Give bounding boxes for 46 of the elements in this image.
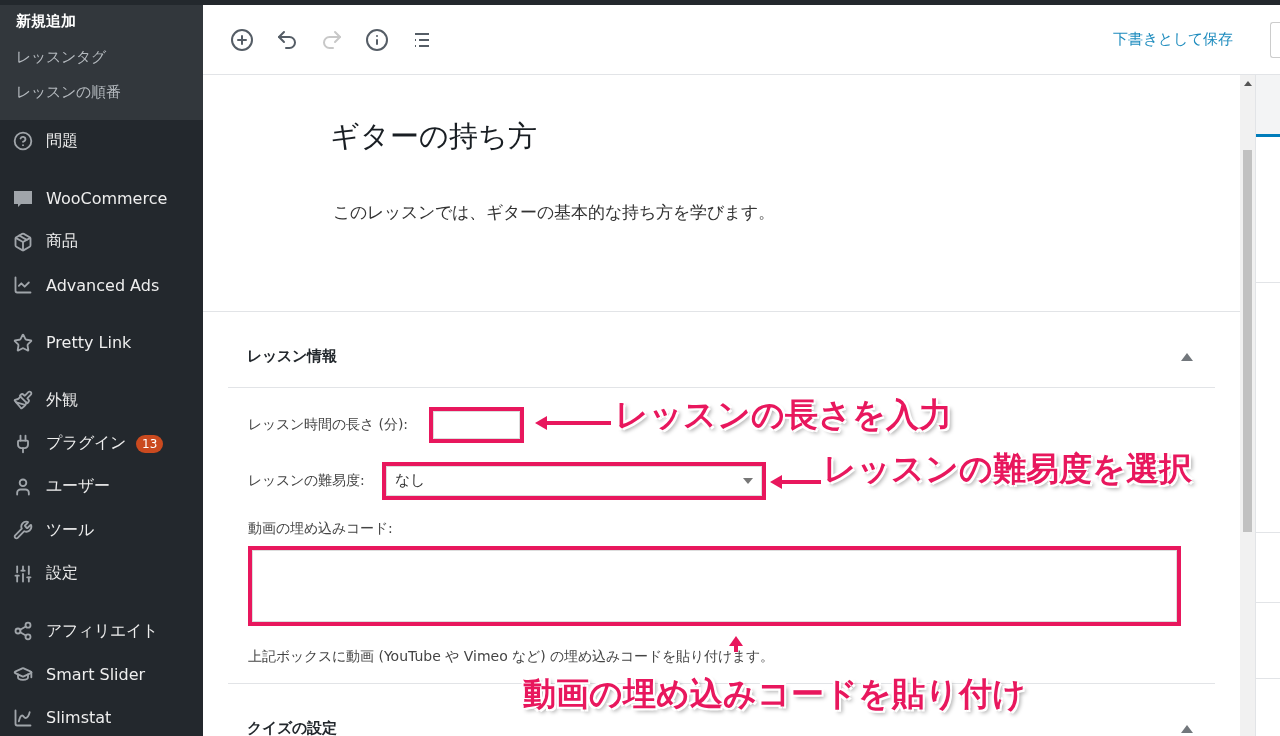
sidebar-item[interactable]: ユーザー xyxy=(0,465,203,509)
annotation-text: 動画の埋め込みコードを貼り付け xyxy=(523,673,1026,715)
sidebar-item[interactable]: 外観 xyxy=(0,378,203,422)
share-icon xyxy=(12,620,34,643)
box-icon xyxy=(12,230,34,253)
panel-tab[interactable] xyxy=(1256,75,1280,137)
sidebar-item[interactable]: 問題 xyxy=(0,119,203,163)
paintbrush-icon xyxy=(12,389,34,412)
wrench-icon xyxy=(12,519,34,542)
metabox-title: クイズの設定 xyxy=(247,719,337,736)
post-title[interactable]: ギターの持ち方 xyxy=(330,117,1240,157)
scroll-up-icon[interactable] xyxy=(1243,81,1252,86)
sidebar-item[interactable]: WooCommerce xyxy=(0,176,203,221)
info-icon xyxy=(365,27,389,52)
annotation-arrow xyxy=(768,472,823,492)
collapse-triangle-icon[interactable] xyxy=(1181,724,1193,733)
scrollbar[interactable] xyxy=(1240,75,1255,736)
collapse-triangle-icon[interactable] xyxy=(1181,352,1193,361)
help-text: 上記ボックスに動画 (YouTube や Vimeo など) の埋め込みコードを貼り付けます。 xyxy=(248,648,776,666)
submenu-item[interactable]: レッスンタグ xyxy=(0,40,203,76)
annotation-text: レッスンの長さを入力 xyxy=(615,394,952,436)
sidebar-item[interactable]: Slimstat xyxy=(0,696,203,736)
sidebar-item[interactable]: 商品 xyxy=(0,220,203,264)
save-draft-link[interactable]: 下書きとして保存 xyxy=(1113,30,1233,49)
sidebar-item[interactable]: プラグイン 13 xyxy=(0,421,203,466)
field-label: レッスン時間の長さ (分): xyxy=(248,415,410,434)
dropdown-caret-icon xyxy=(743,477,753,484)
paragraph-block[interactable]: このレッスンでは、ギターの基本的な持ち方を学びます。 xyxy=(333,201,1240,224)
sidebar-item[interactable]: ツール xyxy=(0,508,203,552)
annotation-text: レッスンの難易度を選択 xyxy=(823,448,1192,490)
annotation-arrow xyxy=(726,634,746,652)
sidebar-item[interactable]: Smart Slider xyxy=(0,652,203,697)
star-icon xyxy=(12,331,34,354)
submenu-item[interactable]: 新規追加 xyxy=(0,5,203,41)
metabox-title: レッスン情報 xyxy=(247,347,337,366)
submenu-item[interactable]: レッスンの順番 xyxy=(0,76,203,112)
sidebar-item[interactable]: 設定 xyxy=(0,552,203,596)
update-count-badge: 13 xyxy=(136,434,164,453)
scrollbar-thumb[interactable] xyxy=(1243,150,1252,532)
add-block-icon xyxy=(230,27,254,52)
field-label: レッスンの難易度: xyxy=(248,471,366,490)
sidebar-item[interactable]: アフィリエイト xyxy=(0,609,203,653)
field-label: 動画の埋め込みコード: xyxy=(248,520,394,538)
sidebar-item[interactable]: Pretty Link xyxy=(0,321,203,365)
help-icon xyxy=(12,130,34,153)
sidebar-item[interactable]: Advanced Ads xyxy=(0,263,203,308)
